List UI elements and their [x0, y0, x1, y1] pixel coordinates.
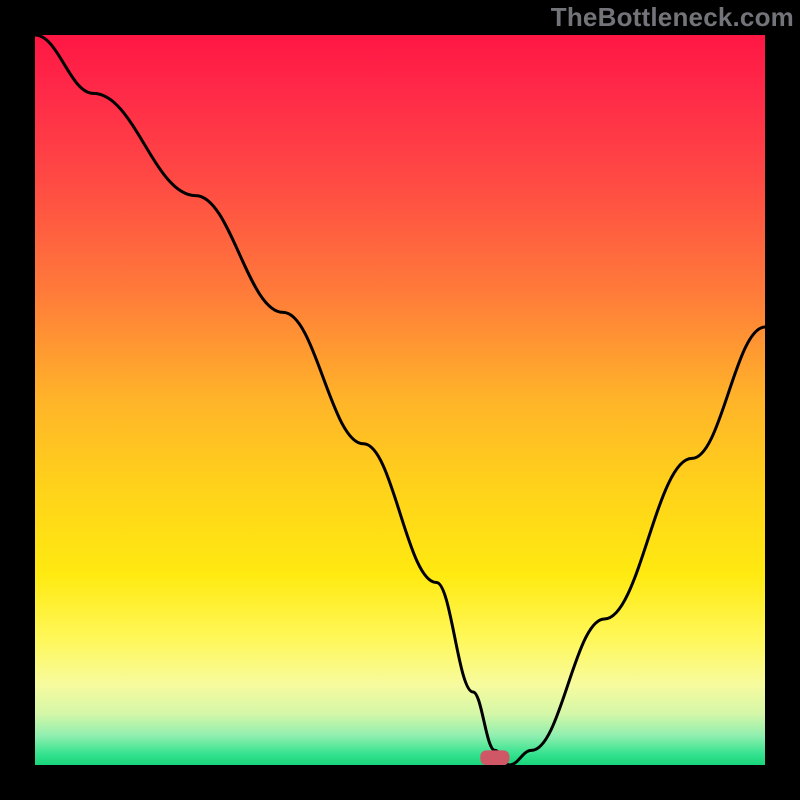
chart-area: [35, 35, 765, 765]
optimal-marker: [480, 750, 509, 765]
watermark: TheBottleneck.com: [551, 2, 794, 33]
chart-svg: [35, 35, 765, 765]
